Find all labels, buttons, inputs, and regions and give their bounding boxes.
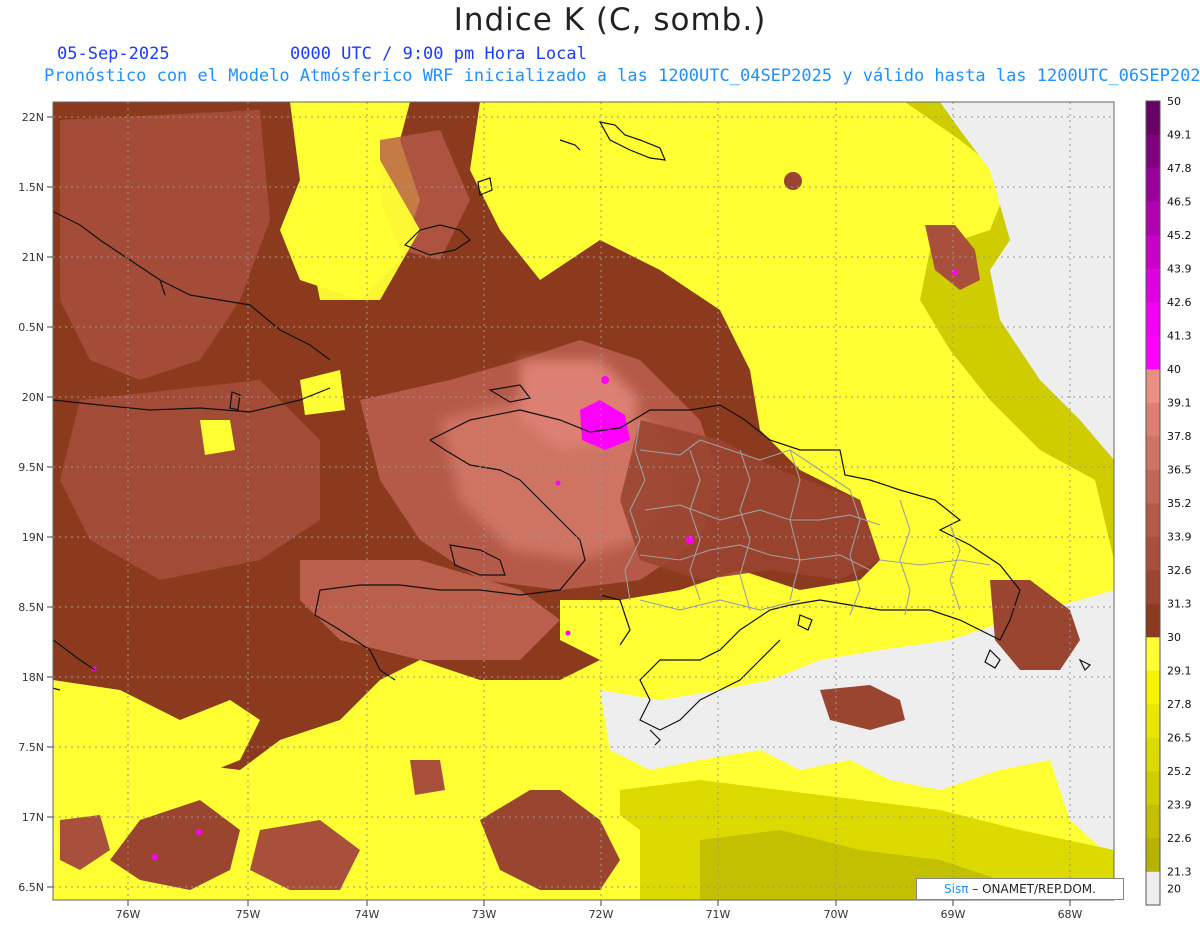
colorbar-swatch [1146, 570, 1160, 604]
colorbar-swatch [1146, 402, 1160, 437]
sispi-logo: Sisπ [944, 882, 969, 896]
colorbar-label: 47.8 [1167, 162, 1192, 175]
lon-label: 73W [472, 908, 497, 921]
lat-label: 8.5N [18, 601, 44, 614]
colorbar-swatch [1146, 637, 1160, 671]
colorbar-swatch [1146, 737, 1160, 772]
latitude-axis: 22N 1.5N 21N 0.5N 20N 9.5N 19N 8.5N 18N … [18, 111, 53, 894]
colorbar-swatch [1146, 168, 1160, 202]
colorbar-label: 45.2 [1167, 229, 1192, 242]
colorbar-swatch [1146, 670, 1160, 705]
lon-label: 75W [236, 908, 261, 921]
lat-label: 17N [22, 811, 44, 824]
colorbar-label: 36.5 [1167, 464, 1192, 477]
k-index-field [53, 102, 1114, 900]
colorbar-label: 42.6 [1167, 296, 1192, 309]
colorbar-swatch [1146, 804, 1160, 839]
lon-label: 71W [706, 908, 731, 921]
colorbar: 20 21.3 22.6 23.9 25.2 26.5 27.8 29.1 30 31.3 32.6… [1145, 95, 1192, 906]
colorbar-label: 41.3 [1167, 330, 1192, 343]
colorbar-swatch [1146, 871, 1160, 906]
colorbar-label: 50 [1167, 95, 1181, 108]
colorbar-swatch [1146, 201, 1160, 236]
colorbar-swatch [1146, 704, 1160, 738]
colorbar-label: 26.5 [1167, 732, 1192, 745]
lon-label: 72W [589, 908, 614, 921]
colorbar-swatch [1146, 503, 1160, 537]
lat-label: 20N [22, 391, 44, 404]
lon-label: 70W [824, 908, 849, 921]
colorbar-swatch [1146, 603, 1160, 638]
lat-label: 19N [22, 531, 44, 544]
lat-label: 21N [22, 251, 44, 264]
colorbar-label: 25.2 [1167, 765, 1192, 778]
colorbar-label: 49.1 [1167, 129, 1192, 142]
lon-label: 69W [941, 908, 966, 921]
colorbar-label: 23.9 [1167, 799, 1192, 812]
lon-label: 68W [1058, 908, 1083, 921]
colorbar-swatch [1146, 302, 1160, 336]
colorbar-swatch [1146, 335, 1160, 370]
lat-label: 7.5N [18, 741, 44, 754]
lon-label: 74W [355, 908, 380, 921]
lon-label: 76W [116, 908, 141, 921]
lat-label: 18N [22, 671, 44, 684]
longitude-axis: 76W 75W 74W 73W 72W 71W 70W 69W 68W [116, 900, 1083, 921]
colorbar-label: 33.9 [1167, 531, 1192, 544]
colorbar-label: 31.3 [1167, 598, 1192, 611]
colorbar-label: 20 [1167, 882, 1181, 895]
colorbar-swatch [1146, 838, 1160, 872]
colorbar-label: 22.6 [1167, 832, 1192, 845]
lat-label: 1.5N [18, 181, 44, 194]
credit-org: – ONAMET/REP.DOM. [968, 882, 1096, 896]
colorbar-label: 39.1 [1167, 397, 1192, 410]
colorbar-label: 29.1 [1167, 665, 1192, 678]
colorbar-swatch [1146, 771, 1160, 805]
lat-label: 22N [22, 111, 44, 124]
colorbar-label: 27.8 [1167, 698, 1192, 711]
credit-box: Sisπ – ONAMET/REP.DOM. [916, 878, 1124, 900]
colorbar-label: 21.3 [1167, 866, 1192, 879]
colorbar-swatch [1146, 536, 1160, 571]
lat-label: 9.5N [18, 461, 44, 474]
colorbar-label: 32.6 [1167, 564, 1192, 577]
colorbar-label: 37.8 [1167, 430, 1192, 443]
lat-label: 0.5N [18, 321, 44, 334]
colorbar-swatch [1146, 101, 1160, 135]
colorbar-swatch [1146, 436, 1160, 470]
colorbar-label: 40 [1167, 363, 1181, 376]
colorbar-swatch [1146, 469, 1160, 504]
colorbar-swatch [1146, 268, 1160, 303]
colorbar-label: 43.9 [1167, 263, 1192, 276]
colorbar-label: 46.5 [1167, 196, 1192, 209]
colorbar-swatch [1146, 369, 1160, 403]
lat-label: 6.5N [18, 881, 44, 894]
colorbar-label: 35.2 [1167, 497, 1192, 510]
colorbar-swatch [1146, 134, 1160, 169]
map-figure: 22N 1.5N 21N 0.5N 20N 9.5N 19N 8.5N 18N … [18, 95, 1192, 921]
colorbar-swatch [1146, 235, 1160, 269]
colorbar-label: 30 [1167, 631, 1181, 644]
